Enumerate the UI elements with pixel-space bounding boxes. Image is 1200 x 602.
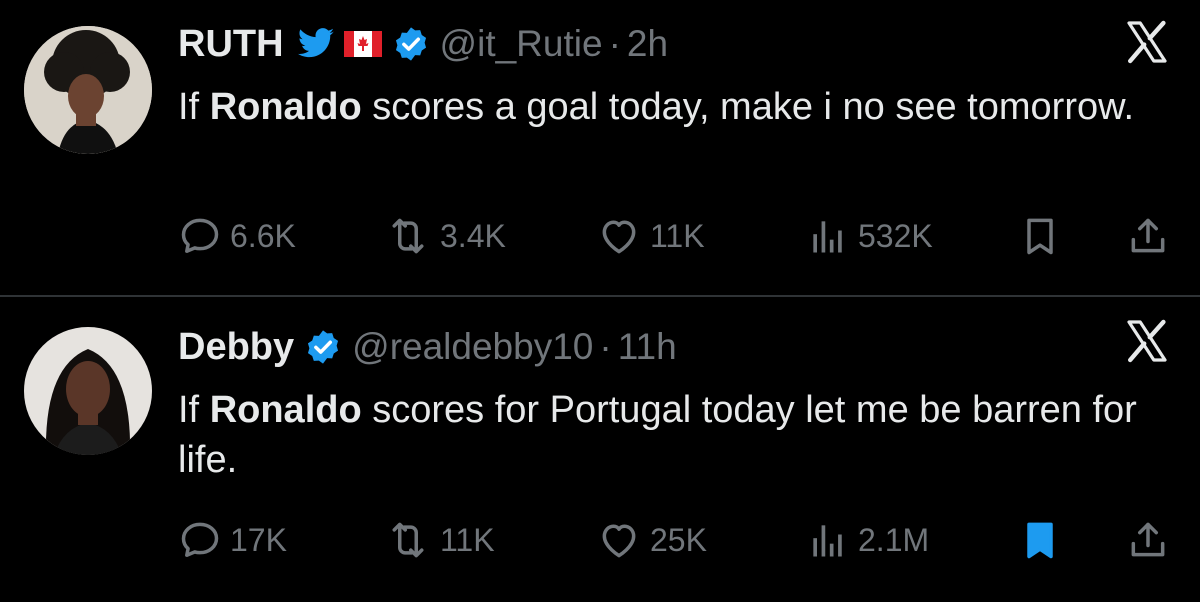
- like-button[interactable]: 11K: [596, 214, 705, 258]
- bird-emoji-icon: [297, 28, 334, 58]
- tweet-card[interactable]: Debby @realdebby10 · 11h If Ronaldo scor…: [0, 297, 1200, 602]
- views-button[interactable]: 532K: [806, 214, 933, 258]
- reply-button[interactable]: 6.6K: [178, 214, 296, 258]
- views-button[interactable]: 2.1M: [806, 518, 929, 562]
- avatar[interactable]: [24, 327, 152, 455]
- reply-icon: [178, 518, 222, 562]
- like-count: 11K: [650, 218, 705, 254]
- share-icon: [1126, 214, 1170, 258]
- bookmark-icon: [1018, 214, 1062, 258]
- retweet-icon: [384, 214, 432, 258]
- like-count: 25K: [650, 522, 707, 558]
- reply-icon: [178, 214, 222, 258]
- reply-count: 6.6K: [230, 218, 296, 254]
- view-count: 532K: [858, 218, 933, 254]
- share-icon: [1126, 518, 1170, 562]
- view-count: 2.1M: [858, 522, 930, 558]
- retweet-count: 3.4K: [440, 218, 506, 254]
- heart-icon: [596, 214, 642, 258]
- tweet-text-end: scores a goal today, make i no see tomor…: [361, 86, 1135, 128]
- tweet-text: If Ronaldo scores a goal today, make i n…: [178, 82, 1138, 132]
- retweet-count: 11K: [440, 522, 495, 558]
- tweet-card[interactable]: RUTH @it_Rutie · 2h If Ronaldo scores a …: [0, 0, 1200, 296]
- tweet-text-start: If: [178, 86, 210, 128]
- retweet-button[interactable]: 11K: [384, 518, 495, 562]
- handle[interactable]: @it_Rutie: [440, 22, 603, 66]
- x-logo-icon[interactable]: [1122, 18, 1172, 66]
- share-button[interactable]: [1126, 214, 1170, 258]
- reply-button[interactable]: 17K: [178, 518, 287, 562]
- reply-count: 17K: [230, 522, 287, 558]
- display-name[interactable]: Debby: [178, 325, 294, 369]
- avatar[interactable]: [24, 26, 152, 154]
- bookmark-filled-icon: [1018, 518, 1062, 562]
- retweet-button[interactable]: 3.4K: [384, 214, 506, 258]
- like-button[interactable]: 25K: [596, 518, 707, 562]
- x-logo-icon[interactable]: [1122, 317, 1172, 365]
- verified-badge-icon: [392, 25, 430, 63]
- separator: ·: [608, 23, 621, 64]
- tweet-text: If Ronaldo scores for Portugal today let…: [178, 385, 1138, 485]
- verified-badge-icon: [304, 328, 342, 366]
- views-chart-icon: [806, 214, 850, 258]
- bookmark-button[interactable]: [1018, 214, 1062, 258]
- retweet-icon: [384, 518, 432, 562]
- tweet-header: RUTH @it_Rutie · 2h: [178, 22, 668, 66]
- timestamp[interactable]: 11h: [618, 325, 677, 369]
- tweet-header: Debby @realdebby10 · 11h: [178, 325, 677, 369]
- timestamp[interactable]: 2h: [627, 22, 668, 66]
- views-chart-icon: [806, 518, 850, 562]
- handle[interactable]: @realdebby10: [352, 325, 593, 369]
- tweet-text-bold: Ronaldo: [209, 86, 362, 128]
- heart-icon: [596, 518, 642, 562]
- separator: ·: [599, 326, 612, 367]
- tweet-text-bold: Ronaldo: [209, 389, 362, 431]
- bookmark-button[interactable]: [1018, 518, 1062, 562]
- display-name[interactable]: RUTH: [178, 22, 284, 66]
- canada-flag-emoji-icon: [343, 31, 382, 57]
- share-button[interactable]: [1126, 518, 1170, 562]
- tweet-text-start: If: [178, 389, 210, 431]
